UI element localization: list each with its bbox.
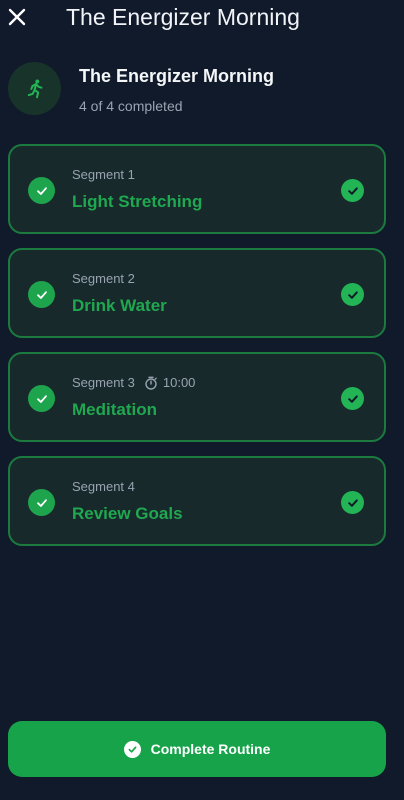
check-icon bbox=[347, 498, 358, 507]
segment-status-check[interactable] bbox=[28, 177, 55, 204]
routine-screen: The Energizer Morning The Energizer Morn… bbox=[0, 0, 404, 800]
check-icon bbox=[36, 186, 47, 195]
segment-complete-indicator bbox=[341, 387, 364, 410]
segment-complete-indicator bbox=[341, 283, 364, 306]
segment-card[interactable]: Segment 3 10:00 Meditation bbox=[8, 352, 386, 442]
routine-avatar bbox=[8, 62, 61, 115]
segment-card[interactable]: Segment 1 Light Stretching bbox=[8, 144, 386, 234]
segment-timer-value: 10:00 bbox=[162, 375, 196, 390]
top-bar: The Energizer Morning bbox=[0, 0, 404, 36]
routine-name: The Energizer Morning bbox=[79, 66, 275, 86]
segment-complete-indicator bbox=[341, 491, 364, 514]
check-circle-icon bbox=[123, 740, 141, 758]
segment-label-row: Segment 4 bbox=[72, 479, 135, 494]
segment-timer: 10:00 bbox=[144, 375, 196, 390]
page-title: The Energizer Morning bbox=[66, 4, 300, 30]
segment-status-check[interactable] bbox=[28, 385, 55, 412]
segment-title: Drink Water bbox=[72, 296, 167, 315]
segment-status-check[interactable] bbox=[28, 489, 55, 516]
segment-label: Segment 2 bbox=[72, 271, 135, 286]
segment-status-check[interactable] bbox=[28, 281, 55, 308]
check-icon bbox=[347, 394, 358, 403]
check-icon bbox=[36, 290, 47, 299]
segment-label-row: Segment 2 bbox=[72, 271, 135, 286]
segment-label-row: Segment 3 10:00 bbox=[72, 375, 195, 390]
running-person-icon bbox=[27, 79, 42, 98]
segment-label: Segment 4 bbox=[72, 479, 135, 494]
segment-title: Meditation bbox=[72, 400, 157, 419]
segment-title: Light Stretching bbox=[72, 192, 203, 211]
segment-label: Segment 3 bbox=[72, 375, 135, 390]
segment-label: Segment 1 bbox=[72, 167, 135, 182]
check-icon bbox=[36, 394, 47, 403]
segment-title: Review Goals bbox=[72, 504, 183, 523]
routine-header: The Energizer Morning 4 of 4 completed bbox=[8, 62, 396, 116]
complete-routine-button[interactable]: Complete Routine bbox=[8, 721, 386, 777]
routine-progress-text: 4 of 4 completed bbox=[79, 98, 183, 114]
check-icon bbox=[347, 186, 358, 195]
segment-list: Segment 1 Light Stretching Segment 2 Dri… bbox=[8, 144, 386, 560]
close-icon bbox=[8, 8, 26, 26]
segment-card[interactable]: Segment 2 Drink Water bbox=[8, 248, 386, 338]
check-icon bbox=[347, 290, 358, 299]
segment-complete-indicator bbox=[341, 179, 364, 202]
check-icon bbox=[36, 498, 47, 507]
timer-icon bbox=[145, 376, 157, 390]
complete-routine-label: Complete Routine bbox=[150, 741, 271, 757]
segment-card[interactable]: Segment 4 Review Goals bbox=[8, 456, 386, 546]
segment-label-row: Segment 1 bbox=[72, 167, 135, 182]
close-button[interactable] bbox=[6, 6, 28, 28]
